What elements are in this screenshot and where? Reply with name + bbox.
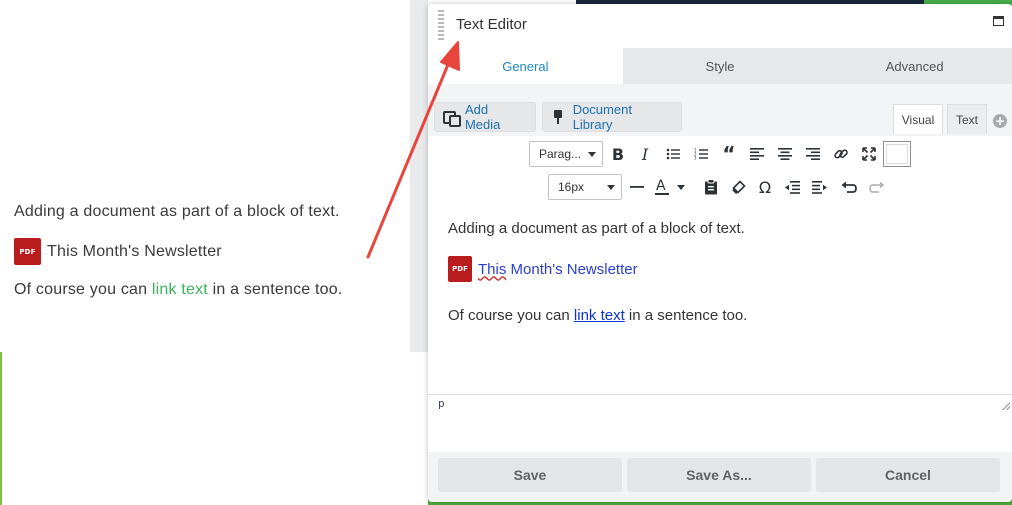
pin-icon — [551, 110, 565, 124]
redo-icon[interactable] — [864, 174, 890, 200]
clear-formatting-icon[interactable] — [725, 174, 751, 200]
toolbar-row-1: Parag... B I 123 “ — [428, 139, 1012, 169]
chevron-down-icon — [588, 151, 596, 157]
media-buttons-row: Add Media Document Library Visual Text + — [428, 84, 1012, 136]
format-select-value: Parag... — [539, 147, 582, 161]
save-button[interactable]: Save — [438, 458, 622, 492]
page-text-after-link: in a sentence too. — [207, 281, 343, 298]
editor-document-link[interactable]: PDF This Month's Newsletter — [448, 256, 638, 282]
spellcheck-word: This — [478, 260, 507, 278]
paste-as-text-icon[interactable] — [698, 174, 724, 200]
page-inline-link[interactable]: link text — [152, 281, 208, 298]
page-text-before-link: Of course you can — [14, 281, 152, 298]
toolbar-toggle-icon[interactable] — [883, 141, 911, 167]
editor-paragraph-with-link: Of course you can link text in a sentenc… — [448, 307, 747, 324]
format-select[interactable]: Parag... — [529, 141, 603, 167]
indent-icon[interactable] — [806, 174, 832, 200]
resize-grip-icon[interactable] — [1002, 402, 1010, 410]
blockquote-icon[interactable]: “ — [716, 141, 742, 167]
panel-title: Text Editor — [456, 16, 527, 33]
fullscreen-icon[interactable] — [856, 141, 882, 167]
drag-handle-icon[interactable] — [438, 10, 444, 42]
page-document-link[interactable]: PDF This Month's Newsletter — [14, 238, 222, 265]
panel-tabs: General Style Advanced — [428, 48, 1012, 84]
outdent-icon[interactable] — [779, 174, 805, 200]
text-mode-tab[interactable]: Text — [947, 104, 987, 134]
font-size-value: 16px — [558, 180, 585, 194]
toolbar-row-2: 16px A Ω — [428, 172, 1012, 202]
add-media-label: Add Media — [464, 102, 501, 132]
save-as-button[interactable]: Save As... — [627, 458, 811, 492]
chevron-down-icon — [607, 184, 615, 190]
panel-header: Text Editor — [428, 4, 1012, 48]
tab-style[interactable]: Style — [623, 48, 818, 84]
element-path[interactable]: p — [438, 397, 445, 410]
undo-icon[interactable] — [836, 174, 862, 200]
page-lower-section — [0, 352, 428, 505]
visual-mode-tab[interactable]: Visual — [893, 104, 943, 134]
special-character-icon[interactable]: Ω — [752, 174, 778, 200]
add-media-icon — [443, 110, 461, 127]
editor-toolbar: Parag... B I 123 “ 16px A Ω — [428, 136, 1012, 202]
align-left-icon[interactable] — [744, 141, 770, 167]
editor-text-after-link: in a sentence too. — [624, 307, 748, 324]
add-media-button[interactable]: Add Media — [434, 102, 536, 132]
page-paragraph: Adding a document as part of a block of … — [14, 203, 340, 220]
panel-spacer — [428, 412, 1012, 452]
svg-text:A: A — [656, 178, 666, 194]
editor-content-area[interactable]: Adding a document as part of a block of … — [428, 202, 1012, 394]
pdf-icon: PDF — [14, 238, 41, 265]
text-color-icon[interactable]: A — [650, 174, 690, 200]
document-library-label: Document Library — [572, 102, 632, 132]
bullet-list-icon[interactable] — [660, 141, 686, 167]
tab-general[interactable]: General — [428, 48, 623, 84]
element-path-bar: p — [428, 394, 1012, 412]
document-library-button[interactable]: Document Library — [542, 102, 682, 132]
italic-icon[interactable]: I — [632, 141, 658, 167]
tab-advanced[interactable]: Advanced — [817, 48, 1012, 84]
editor-paragraph: Adding a document as part of a block of … — [448, 220, 745, 237]
plus-circle-icon[interactable]: + — [993, 114, 1007, 128]
align-right-icon[interactable] — [800, 141, 826, 167]
horizontal-rule-icon[interactable] — [624, 174, 650, 200]
editor-document-title-rest: Month's Newsletter — [506, 260, 638, 278]
font-size-select[interactable]: 16px — [548, 174, 622, 200]
cancel-button[interactable]: Cancel — [816, 458, 1000, 492]
text-editor-panel: Text Editor General Style Advanced Add M… — [428, 4, 1012, 502]
page-document-title[interactable]: This Month's Newsletter — [47, 243, 222, 261]
editor-text-before-link: Of course you can — [448, 307, 574, 324]
editor-document-title[interactable]: This Month's Newsletter — [478, 261, 638, 278]
bold-icon[interactable]: B — [605, 141, 631, 167]
align-center-icon[interactable] — [772, 141, 798, 167]
pdf-icon: PDF — [448, 256, 472, 282]
page-paragraph-with-link: Of course you can link text in a sentenc… — [14, 281, 343, 299]
panel-footer: Save Save As... Cancel — [428, 452, 1012, 502]
maximize-icon[interactable] — [993, 16, 1004, 26]
svg-text:3: 3 — [694, 156, 697, 161]
numbered-list-icon[interactable]: 123 — [688, 141, 714, 167]
editor-inline-link[interactable]: link text — [574, 307, 625, 324]
link-icon[interactable] — [828, 141, 854, 167]
